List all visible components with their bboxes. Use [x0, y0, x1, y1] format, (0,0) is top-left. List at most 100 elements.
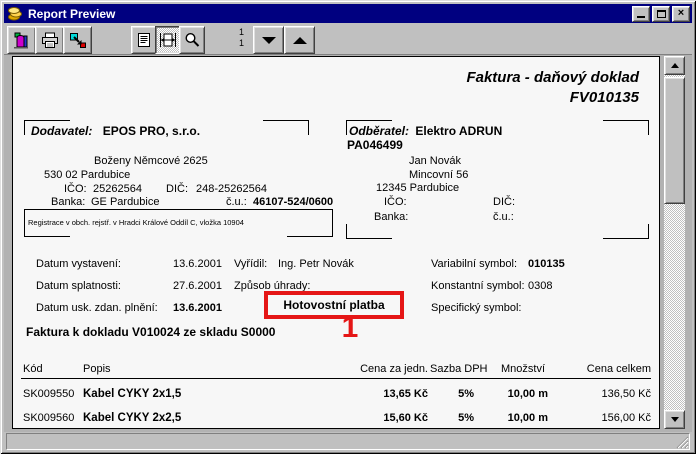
table-header-rule [21, 378, 651, 379]
customer-name: Elektro ADRUN [415, 124, 502, 138]
supplier-street: Boženy Němcové 2625 [94, 155, 208, 167]
arrow-up-icon [293, 37, 307, 44]
next-page-button[interactable] [253, 26, 284, 54]
issued-date: 13.6.2001 [173, 258, 222, 270]
taxdate-label: Datum usk. zdan. plnění: [36, 302, 158, 314]
supplier-frame-corner-bl [24, 222, 70, 237]
supplier-frame-corner-tr [263, 120, 309, 135]
source-document-reference: Faktura k dokladu V010024 ze skladu S000… [26, 325, 275, 339]
whole-page-icon [135, 31, 153, 49]
export-button[interactable] [63, 26, 92, 54]
report-preview-window: Report Preview × [0, 0, 696, 454]
previous-page-button[interactable] [284, 26, 315, 54]
customer-bank-row: Banka: č.u.: [13, 211, 660, 224]
zoom-whole-page-button[interactable] [131, 26, 157, 54]
scroll-down-button[interactable] [664, 410, 685, 429]
customer-account-label: č.u.: [493, 211, 514, 223]
maximize-button[interactable] [652, 6, 670, 22]
supplier-ids-row: IČO: 25262564 DIČ: 248-25262564 [13, 183, 660, 196]
item-total: 136,50 Kč [558, 388, 651, 400]
document-title: Faktura - daňový doklad FV010135 [466, 68, 639, 108]
status-bar [6, 433, 690, 450]
supplier-ico: 25262564 [93, 183, 142, 195]
col-header-description: Popis [83, 363, 111, 375]
item-description: Kabel CYKY 2x2,5 [83, 412, 181, 424]
customer-street: Mincovní 56 [409, 169, 468, 181]
titlebar[interactable]: Report Preview × [4, 4, 692, 23]
window-title: Report Preview [28, 7, 630, 21]
customer-bank-label: Banka: [374, 211, 408, 223]
print-button[interactable] [35, 26, 64, 54]
info-row-issued: Datum vystavení: 13.6.2001 Vyřídil: Ing.… [13, 258, 660, 271]
invoice-page: Faktura - daňový doklad FV010135 Dodavat… [12, 56, 660, 429]
page-indicator: 1 1 [234, 27, 249, 49]
col-header-unit-price: Cena za jedn. [333, 363, 428, 375]
supplier-city: 530 02 Pardubice [44, 169, 130, 181]
supplier-frame-corner-br [287, 222, 333, 237]
item-unit-price: 13,65 Kč [333, 388, 428, 400]
minimize-icon [637, 16, 645, 18]
customer-frame-corner-tr [603, 120, 649, 135]
resize-grip[interactable] [676, 436, 689, 449]
item-vat-rate: 5% [426, 388, 474, 400]
table-row: SK009550 Kabel CYKY 2x1,5 13,65 Kč 5% 10… [13, 388, 660, 402]
customer-frame-corner-bl [346, 224, 392, 239]
page-width-icon [159, 31, 177, 49]
scroll-up-icon [671, 63, 679, 68]
customer-label: Odběratel: [349, 124, 409, 138]
scrollbar-thumb[interactable] [664, 77, 685, 204]
item-unit-price: 15,60 Kč [333, 412, 428, 424]
issued-label: Datum vystavení: [36, 258, 121, 270]
col-header-code: Kód [23, 363, 43, 375]
customer-city: 12345 Pardubice [376, 182, 459, 194]
zoom-magnifier-button[interactable] [179, 26, 205, 54]
coins-app-icon [7, 6, 23, 21]
close-preview-button[interactable] [7, 26, 36, 54]
item-total: 156,00 Kč [558, 412, 651, 424]
zoom-page-width-button[interactable] [155, 26, 181, 54]
item-description: Kabel CYKY 2x1,5 [83, 388, 181, 400]
item-code: SK009550 [23, 388, 74, 400]
handled-by: Ing. Petr Novák [278, 258, 354, 270]
table-header-row: Kód Popis Cena za jedn. Sazba DPH Množst… [13, 363, 660, 377]
supplier-dic-label: DIČ: [166, 183, 188, 195]
scroll-up-button[interactable] [664, 56, 685, 75]
vertical-scrollbar[interactable] [664, 56, 685, 429]
maximize-icon [657, 10, 666, 18]
item-code: SK009560 [23, 412, 74, 424]
preview-area: Faktura - daňový doklad FV010135 Dodavat… [4, 55, 692, 432]
page-current: 1 [234, 27, 249, 38]
arrow-down-icon [262, 37, 276, 44]
export-icon [68, 31, 88, 50]
variable-symbol: 010135 [528, 258, 565, 270]
customer-ids-row: IČO: DIČ: [13, 196, 660, 209]
payment-method: Hotovostní platba [283, 298, 384, 312]
magnifier-icon [183, 31, 201, 49]
exit-door-icon [12, 31, 32, 50]
taxdate: 13.6.2001 [173, 302, 222, 314]
item-quantity: 10,00 m [468, 412, 548, 424]
col-header-total: Cena celkem [558, 363, 651, 375]
specific-symbol-label: Specifický symbol: [431, 302, 521, 314]
customer-person: Jan Novák [409, 155, 461, 167]
toolbar: 1 1 [4, 25, 692, 54]
due-label: Datum splatnosti: [36, 280, 121, 292]
constant-symbol: 0308 [528, 280, 552, 292]
item-quantity: 10,00 m [468, 388, 548, 400]
customer-code: PA046499 [347, 138, 403, 152]
page-total: 1 [234, 38, 249, 49]
supplier-ico-label: IČO: [64, 183, 87, 195]
supplier-header: Dodavatel: EPOS PRO, s.r.o. [31, 124, 200, 138]
close-button[interactable]: × [672, 6, 690, 22]
customer-header: Odběratel: Elektro ADRUN [349, 124, 502, 138]
constant-symbol-label: Konstantní symbol: [431, 280, 525, 292]
col-header-vat-rate: Sazba DPH [430, 363, 487, 375]
close-icon: × [678, 8, 684, 19]
minimize-button[interactable] [632, 6, 650, 22]
handled-label: Vyřídil: [234, 258, 267, 270]
item-vat-rate: 5% [426, 412, 474, 424]
invoice-number: FV010135 [466, 88, 639, 108]
table-row: SK009560 Kabel CYKY 2x2,5 15,60 Kč 5% 10… [13, 412, 660, 426]
variable-symbol-label: Variabilní symbol: [431, 258, 517, 270]
supplier-name: EPOS PRO, s.r.o. [103, 124, 200, 138]
